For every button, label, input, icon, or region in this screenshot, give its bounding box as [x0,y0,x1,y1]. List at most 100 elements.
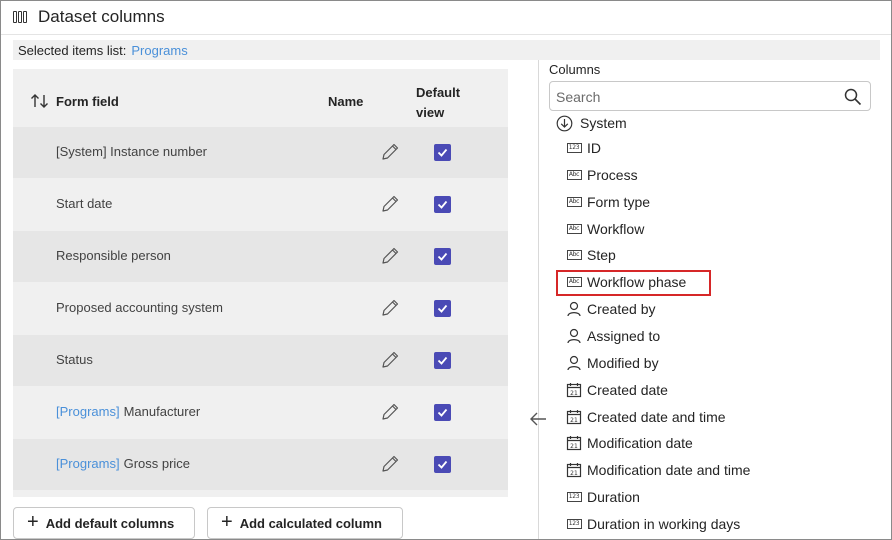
column-item-label: Created by [587,301,656,317]
add-default-columns-label: Add default columns [45,515,175,531]
number-icon: 123 [566,489,582,505]
title-bar: Dataset columns [13,6,165,28]
column-item-label: Step [587,247,616,263]
columns-panel-header: Columns [549,62,601,77]
table-row[interactable]: [System] Instance number [13,127,508,178]
svg-text:21: 21 [570,443,578,450]
default-view-checkbox[interactable] [434,144,451,161]
edit-pencil-icon[interactable] [379,141,401,163]
selected-list-bar: Selected items list: Programs [13,40,880,60]
form-field-prefix: [Programs] [56,404,120,419]
column-header-form-field[interactable]: Form field [56,94,119,109]
table-row[interactable]: Status [13,335,508,386]
collapse-circle-icon[interactable] [556,115,573,132]
form-field-text: Gross price [123,456,191,471]
column-item[interactable]: 123 ID [566,137,601,159]
column-item-label: Modification date [587,435,693,451]
table-row[interactable]: [Programs] Manufacturer [13,387,508,438]
form-field-prefix: [Programs] [56,456,120,471]
table-row[interactable]: Responsible person [13,231,508,282]
calendar-icon: 21 [566,409,582,425]
arrow-left-icon[interactable] [528,410,548,428]
highlight-box [556,270,711,296]
plus-icon: + [27,511,39,533]
column-item[interactable]: Created by [566,298,655,320]
edit-pencil-icon[interactable] [379,245,401,267]
column-item[interactable]: Assigned to [566,325,660,347]
default-view-line1: Default [416,85,461,100]
column-item[interactable]: 21 Created date and time [566,406,726,428]
column-item[interactable]: Modified by [566,352,659,374]
column-item[interactable]: Abc Form type [566,191,650,213]
form-field-label: [System] Instance number [56,144,207,159]
column-item[interactable]: 21 Modification date [566,432,693,454]
fields-table: Form field Name Default view [System] Ins… [13,69,508,497]
form-field-label: [Programs] Gross price [56,456,190,471]
default-view-checkbox[interactable] [434,456,451,473]
column-item-label: ID [587,140,601,156]
default-view-checkbox[interactable] [434,300,451,317]
column-item-label: Created date and time [587,409,726,425]
column-item-label: Created date [587,382,668,398]
number-icon: 123 [566,516,582,532]
search-icon[interactable] [844,88,862,106]
person-icon [566,355,582,371]
edit-pencil-icon[interactable] [379,453,401,475]
column-header-name: Name [328,94,364,109]
column-item-label: Duration in working days [587,516,741,532]
column-item[interactable]: 123 Duration [566,486,640,508]
text-icon: Abc [566,247,582,263]
column-item-label: Workflow [587,221,645,237]
form-field-label: [Programs] Manufacturer [56,404,200,419]
tree-group-system[interactable]: System [556,113,627,133]
selected-list-link[interactable]: Programs [131,43,187,58]
column-item[interactable]: 123 Duration in working days [566,513,740,535]
default-view-checkbox[interactable] [434,404,451,421]
calendar-icon: 21 [566,435,582,451]
plus-icon: + [221,511,233,533]
form-field-text: Responsible person [56,248,171,263]
form-field-text: Manufacturer [123,404,201,419]
edit-pencil-icon[interactable] [379,401,401,423]
form-field-label: Status [56,352,93,367]
default-view-checkbox[interactable] [434,196,451,213]
column-item-label: Duration [587,489,640,505]
form-field-text: Proposed accounting system [56,300,223,315]
edit-pencil-icon[interactable] [379,349,401,371]
column-item[interactable]: 21 Created date [566,379,668,401]
calendar-icon: 21 [566,382,582,398]
column-item-label: Assigned to [587,328,661,344]
add-default-columns-button[interactable]: + Add default columns [13,507,195,539]
column-item[interactable]: Abc Workflow [566,218,644,240]
text-icon: Abc [566,167,582,183]
person-icon [566,301,582,317]
column-item-label: Form type [587,194,651,210]
default-view-line2: view [416,105,445,120]
form-field-text: [System] Instance number [56,144,208,159]
default-view-checkbox[interactable] [434,352,451,369]
form-field-label: Start date [56,196,112,211]
add-calculated-column-button[interactable]: + Add calculated column [207,507,403,539]
sort-icon[interactable] [30,93,50,109]
table-row[interactable]: Start date [13,179,508,230]
form-field-label: Responsible person [56,248,171,263]
column-item[interactable]: Abc Step [566,244,616,266]
panel-divider [538,60,539,539]
table-row[interactable]: Proposed accounting system [13,283,508,334]
search-input[interactable] [556,88,836,105]
column-item[interactable]: 21 Modification date and time [566,459,750,481]
column-header-default-view: Default view [416,83,476,123]
edit-pencil-icon[interactable] [379,193,401,215]
table-header: Form field Name Default view [13,69,508,127]
edit-pencil-icon[interactable] [379,297,401,319]
column-item[interactable]: Abc Process [566,164,638,186]
number-icon: 123 [566,140,582,156]
table-row[interactable]: [Programs] Gross price [13,439,508,490]
default-view-checkbox[interactable] [434,248,451,265]
columns-search [549,81,871,111]
form-field-label: Proposed accounting system [56,300,223,315]
svg-text:21: 21 [570,417,578,424]
svg-text:21: 21 [570,470,578,477]
text-icon: Abc [566,194,582,210]
columns-icon [13,10,29,24]
